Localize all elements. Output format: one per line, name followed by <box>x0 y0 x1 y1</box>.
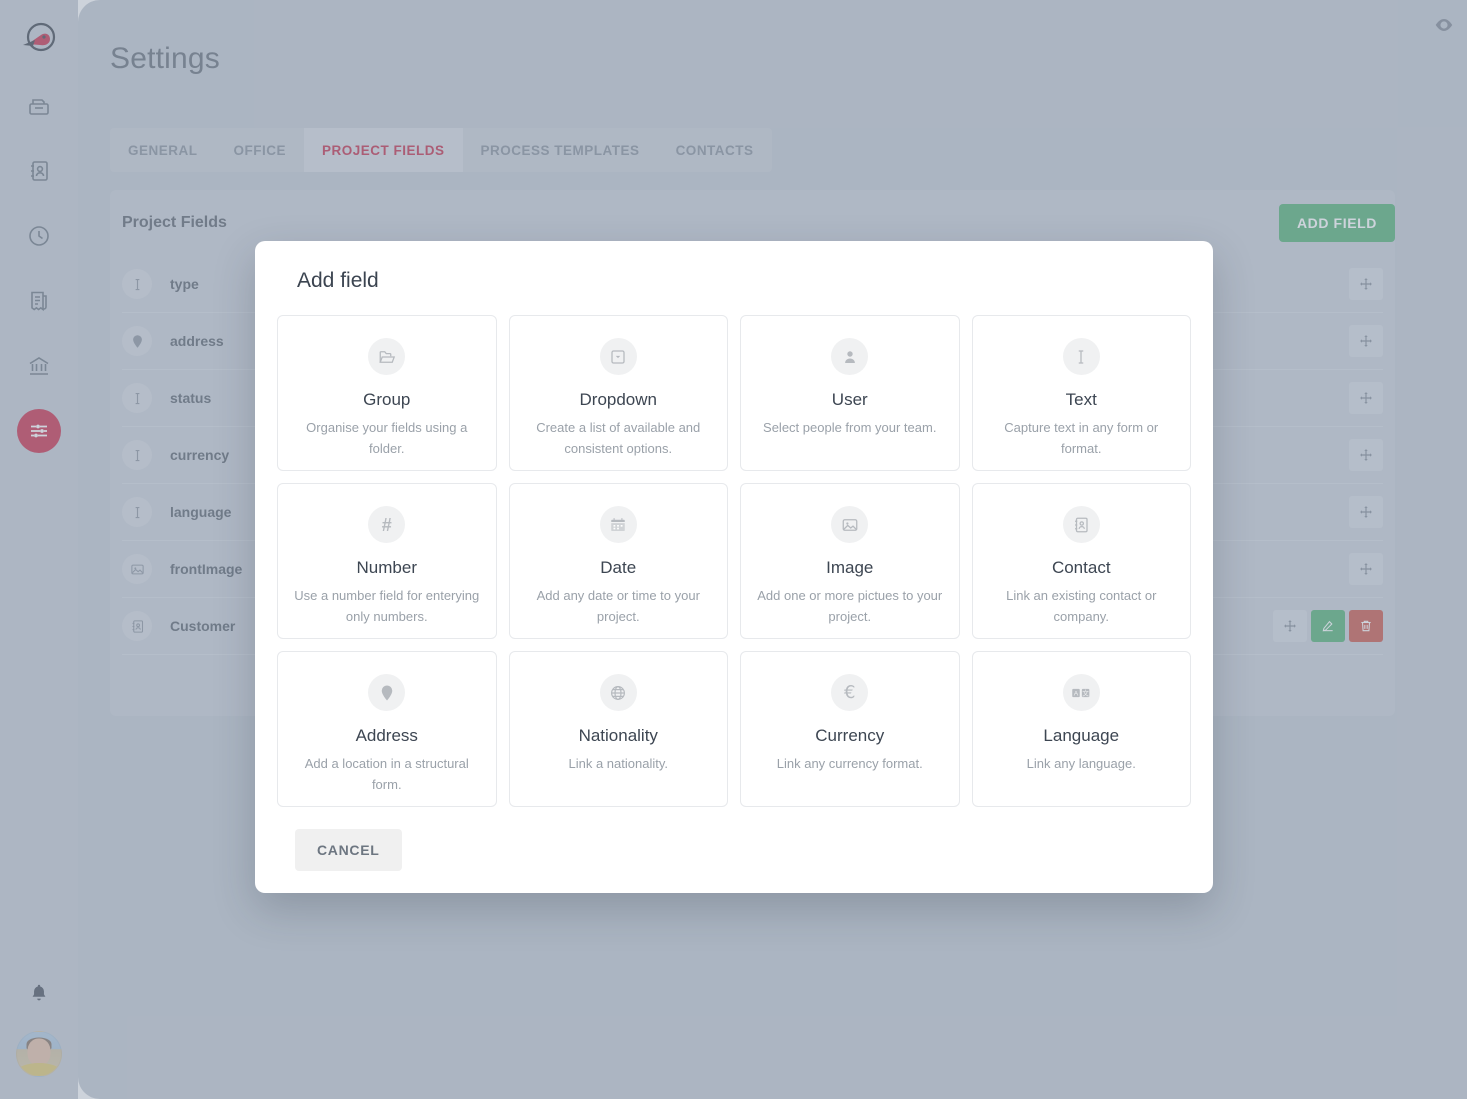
card-description: Add one or more pictues to your project. <box>757 586 943 628</box>
field-type-card-nationality[interactable]: Nationality Link a nationality. <box>509 651 729 807</box>
card-description: Select people from your team. <box>763 418 936 439</box>
card-title: Currency <box>815 726 884 746</box>
field-type-card-contact[interactable]: Contact Link an existing contact or comp… <box>972 483 1192 639</box>
text-cursor-icon <box>1063 338 1100 375</box>
add-field-modal: Add field Group Organise your fields usi… <box>255 241 1213 893</box>
field-type-card-date[interactable]: Date Add any date or time to your projec… <box>509 483 729 639</box>
card-description: Add a location in a structural form. <box>294 754 480 796</box>
svg-text:文: 文 <box>1083 688 1090 697</box>
image-icon <box>831 506 868 543</box>
card-title: Image <box>826 558 873 578</box>
field-type-card-address[interactable]: Address Add a location in a structural f… <box>277 651 497 807</box>
card-description: Create a list of available and consisten… <box>526 418 712 460</box>
app-root: Settings GENERAL OFFICE PROJECT FIELDS P… <box>0 0 1467 1099</box>
card-title: Contact <box>1052 558 1111 578</box>
card-description: Link any currency format. <box>777 754 923 775</box>
card-title: Dropdown <box>580 390 658 410</box>
card-title: Nationality <box>579 726 658 746</box>
translate-icon: A 文 <box>1063 674 1100 711</box>
folder-open-icon <box>368 338 405 375</box>
field-type-card-dropdown[interactable]: Dropdown Create a list of available and … <box>509 315 729 471</box>
card-title: Group <box>363 390 410 410</box>
field-type-card-image[interactable]: Image Add one or more pictues to your pr… <box>740 483 960 639</box>
svg-text:A: A <box>1074 690 1079 697</box>
card-description: Add any date or time to your project. <box>526 586 712 628</box>
field-type-card-number[interactable]: # Number Use a number field for enteryin… <box>277 483 497 639</box>
card-title: Address <box>356 726 418 746</box>
card-title: Number <box>357 558 417 578</box>
field-type-card-language[interactable]: A 文 Language Link any language. <box>972 651 1192 807</box>
field-type-card-user[interactable]: User Select people from your team. <box>740 315 960 471</box>
euro-icon: € <box>831 674 868 711</box>
location-pin-icon <box>368 674 405 711</box>
card-title: User <box>832 390 868 410</box>
hash-icon: # <box>368 506 405 543</box>
cancel-button[interactable]: CANCEL <box>295 829 402 871</box>
field-type-card-currency[interactable]: € Currency Link any currency format. <box>740 651 960 807</box>
card-description: Link an existing contact or company. <box>989 586 1175 628</box>
card-title: Text <box>1066 390 1097 410</box>
person-icon <box>831 338 868 375</box>
card-title: Language <box>1043 726 1119 746</box>
modal-title: Add field <box>277 241 1191 315</box>
card-description: Capture text in any form or format. <box>989 418 1175 460</box>
field-type-card-group[interactable]: Group Organise your fields using a folde… <box>277 315 497 471</box>
modal-footer: CANCEL <box>277 829 1191 871</box>
card-description: Link a nationality. <box>569 754 669 775</box>
card-title: Date <box>600 558 636 578</box>
calendar-icon <box>600 506 637 543</box>
dropdown-icon <box>600 338 637 375</box>
card-description: Use a number field for enterying only nu… <box>294 586 480 628</box>
field-type-card-text[interactable]: Text Capture text in any form or format. <box>972 315 1192 471</box>
card-description: Organise your fields using a folder. <box>294 418 480 460</box>
card-description: Link any language. <box>1027 754 1136 775</box>
globe-icon <box>600 674 637 711</box>
address-book-icon <box>1063 506 1100 543</box>
field-type-grid: Group Organise your fields using a folde… <box>277 315 1191 807</box>
